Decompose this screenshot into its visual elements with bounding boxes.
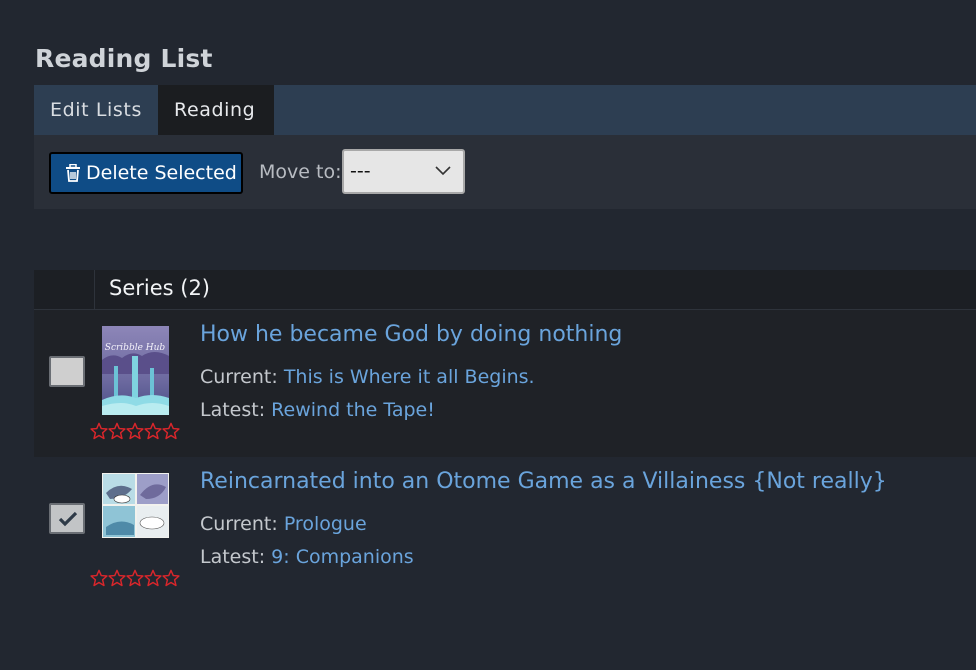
star-icon[interactable] [144,422,162,440]
current-chapter-link[interactable]: Prologue [284,513,367,535]
page-title: Reading List [35,44,213,73]
latest-chapter-link[interactable]: Rewind the Tape! [271,399,435,421]
tab-edit-lists[interactable]: Edit Lists [34,85,158,135]
series-count-header: Series (2) [109,276,211,300]
tab-bar: Edit Lists Reading [34,85,976,135]
chevron-down-icon [435,166,451,176]
star-icon[interactable] [108,422,126,440]
current-chapter-line: Current: Prologue [200,513,367,535]
current-label: Current: [200,366,278,388]
latest-chapter-line: Latest: Rewind the Tape! [200,399,435,421]
list-header: Series (2) [34,270,976,310]
star-icon[interactable] [108,569,126,587]
star-icon[interactable] [90,569,108,587]
latest-chapter-line: Latest: 9: Companions [200,546,414,568]
tab-reading[interactable]: Reading [158,85,274,135]
move-to-label: Move to: [259,161,342,183]
header-checkbox-column [34,270,95,309]
list-item: Reincarnated into an Otome Game as a Vil… [34,457,976,604]
star-icon[interactable] [126,422,144,440]
reading-list-page: Reading List Edit Lists Reading Delete S… [0,0,976,670]
current-label: Current: [200,513,278,535]
series-title-link[interactable]: How he became God by doing nothing [200,322,622,347]
action-toolbar: Delete Selected Move to: --- [34,135,976,209]
rating-stars[interactable] [90,422,180,440]
star-icon[interactable] [162,569,180,587]
rating-stars[interactable] [90,569,180,587]
trash-icon [66,164,80,182]
delete-selected-label: Delete Selected [86,162,237,184]
cover-logo-text: Scribble Hub [105,343,166,353]
star-icon[interactable] [126,569,144,587]
star-icon[interactable] [162,422,180,440]
current-chapter-link[interactable]: This is Where it all Begins. [284,366,535,388]
delete-selected-button[interactable]: Delete Selected [49,152,243,194]
current-chapter-line: Current: This is Where it all Begins. [200,366,535,388]
list-item: Scribble Hub How he became God by doing … [34,310,976,457]
star-icon[interactable] [144,569,162,587]
star-icon[interactable] [90,422,108,440]
latest-label: Latest: [200,399,266,421]
move-to-value: --- [350,160,371,182]
move-to-select[interactable]: --- [342,149,465,194]
row-checkbox[interactable] [49,356,85,387]
row-checkbox[interactable] [49,503,85,534]
series-title-link[interactable]: Reincarnated into an Otome Game as a Vil… [200,469,887,494]
series-cover-image[interactable]: Scribble Hub [102,326,169,415]
latest-label: Latest: [200,546,266,568]
checkmark-icon [58,511,78,527]
series-list: Series (2) Scribble Hub How he became Go… [34,270,976,604]
series-cover-image[interactable] [102,473,169,538]
latest-chapter-link[interactable]: 9: Companions [271,546,414,568]
